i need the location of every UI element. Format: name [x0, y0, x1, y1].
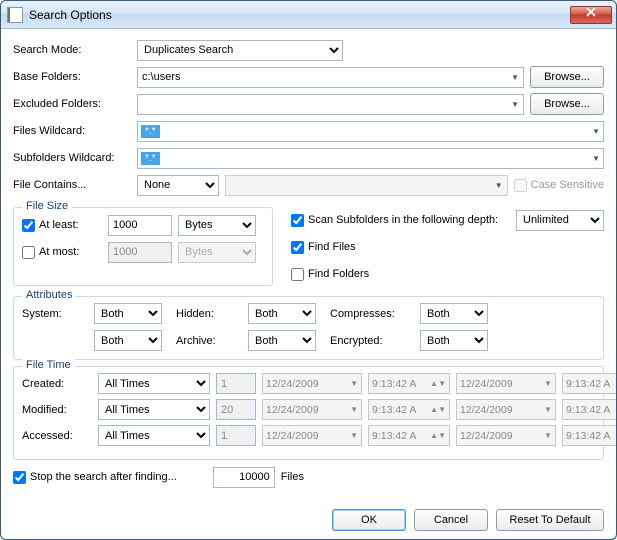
attr-hidden-select[interactable]: Both — [248, 303, 316, 324]
accessed-date2: 12/24/2009▼ — [456, 425, 556, 446]
reset-default-button[interactable]: Reset To Default — [496, 509, 604, 531]
titlebar: Search Options — [1, 1, 616, 29]
wildcard-tag: *.* — [141, 152, 160, 165]
chevron-down-icon: ▼ — [350, 405, 358, 414]
modified-time2: 9:13:42 A▲▼ — [562, 399, 617, 420]
scan-options: Scan Subfolders in the following depth: … — [291, 201, 604, 290]
chevron-down-icon: ▼ — [592, 154, 600, 163]
attr-compresses-select[interactable]: Both — [420, 303, 488, 324]
close-button[interactable] — [570, 6, 612, 24]
file-contains-mode-select[interactable]: None — [137, 175, 219, 196]
attr-encrypted-label: Encrypted: — [330, 335, 410, 347]
created-time2: 9:13:42 A▲▼ — [562, 373, 617, 394]
created-date1: 12/24/2009▼ — [262, 373, 362, 394]
spinner-icon: ▲▼ — [430, 433, 446, 438]
file-size-legend: File Size — [22, 200, 72, 212]
chevron-down-icon: ▼ — [511, 73, 519, 82]
at-most-unit-select: Bytes — [178, 242, 256, 263]
chevron-down-icon: ▼ — [592, 127, 600, 136]
file-contains-text-input: ▼ — [225, 175, 508, 196]
spinner-icon: ▲▼ — [430, 407, 446, 412]
wildcard-tag: *.* — [141, 125, 160, 138]
accessed-label: Accessed: — [22, 430, 92, 442]
created-label: Created: — [22, 378, 92, 390]
accessed-time1: 9:13:42 A▲▼ — [368, 425, 450, 446]
scan-depth-select[interactable]: Unlimited — [516, 210, 604, 231]
window-title: Search Options — [29, 8, 570, 22]
files-wildcard-label: Files Wildcard: — [13, 125, 137, 137]
created-date2: 12/24/2009▼ — [456, 373, 556, 394]
base-folders-input[interactable]: c:\users▼ — [137, 67, 524, 88]
chevron-down-icon: ▼ — [511, 100, 519, 109]
scan-subfolders-checkbox[interactable]: Scan Subfolders in the following depth: — [291, 214, 498, 227]
at-least-unit-select[interactable]: Bytes — [178, 215, 256, 236]
attr-compresses-label: Compresses: — [330, 308, 410, 320]
attr-encrypted-select[interactable]: Both — [420, 330, 488, 351]
created-time1: 9:13:42 A▲▼ — [368, 373, 450, 394]
chevron-down-icon: ▼ — [350, 379, 358, 388]
chevron-down-icon: ▼ — [544, 405, 552, 414]
created-n-input — [216, 373, 256, 394]
attr-hidden-label: Hidden: — [176, 308, 238, 320]
case-sensitive-checkbox: Case Sensitive — [514, 179, 604, 192]
search-mode-label: Search Mode: — [13, 44, 137, 56]
file-time-group: File Time Created: All Times 12/24/2009▼… — [13, 366, 604, 460]
find-files-checkbox[interactable]: Find Files — [291, 241, 356, 254]
at-least-value-input[interactable] — [108, 215, 172, 236]
modified-label: Modified: — [22, 404, 92, 416]
attr-unnamed-select[interactable]: Both — [94, 330, 162, 351]
chevron-down-icon: ▼ — [495, 181, 503, 190]
ok-button[interactable]: OK — [332, 509, 406, 531]
modified-time1: 9:13:42 A▲▼ — [368, 399, 450, 420]
created-mode-select[interactable]: All Times — [98, 373, 210, 394]
attributes-group: Attributes System: Both Hidden: Both Com… — [13, 296, 604, 360]
dialog-content: Search Mode: Duplicates Search Base Fold… — [1, 29, 616, 501]
file-contains-label: File Contains... — [13, 179, 137, 191]
attr-system-select[interactable]: Both — [94, 303, 162, 324]
files-suffix-label: Files — [281, 471, 304, 483]
dialog-footer: OK Cancel Reset To Default — [1, 501, 616, 539]
subfolders-wildcard-input[interactable]: *.* ▼ — [137, 148, 604, 169]
modified-date1: 12/24/2009▼ — [262, 399, 362, 420]
accessed-mode-select[interactable]: All Times — [98, 425, 210, 446]
chevron-down-icon: ▼ — [544, 379, 552, 388]
excluded-folders-input[interactable]: ▼ — [137, 94, 524, 115]
browse-excluded-button[interactable]: Browse... — [530, 93, 604, 115]
accessed-n-input — [216, 425, 256, 446]
spinner-icon: ▲▼ — [430, 381, 446, 386]
excluded-folders-label: Excluded Folders: — [13, 98, 137, 110]
close-icon — [586, 7, 596, 17]
app-icon — [7, 7, 23, 23]
at-most-value-input — [108, 242, 172, 263]
cancel-button[interactable]: Cancel — [414, 509, 488, 531]
chevron-down-icon: ▼ — [544, 431, 552, 440]
at-least-checkbox[interactable]: At least: — [22, 219, 102, 232]
at-most-checkbox[interactable]: At most: — [22, 246, 102, 259]
attr-system-label: System: — [22, 308, 84, 320]
attr-archive-label: Archive: — [176, 335, 238, 347]
find-folders-checkbox[interactable]: Find Folders — [291, 268, 369, 281]
stop-after-checkbox[interactable]: Stop the search after finding... — [13, 471, 177, 484]
subfolders-wildcard-label: Subfolders Wildcard: — [13, 152, 137, 164]
browse-base-button[interactable]: Browse... — [530, 66, 604, 88]
modified-n-input — [216, 399, 256, 420]
accessed-date1: 12/24/2009▼ — [262, 425, 362, 446]
modified-mode-select[interactable]: All Times — [98, 399, 210, 420]
chevron-down-icon: ▼ — [350, 431, 358, 440]
stop-after-value-input[interactable] — [213, 467, 275, 488]
files-wildcard-input[interactable]: *.* ▼ — [137, 121, 604, 142]
attr-archive-select[interactable]: Both — [248, 330, 316, 351]
dialog-window: Search Options Search Mode: Duplicates S… — [0, 0, 617, 540]
base-folders-label: Base Folders: — [13, 71, 137, 83]
file-time-legend: File Time — [22, 359, 75, 371]
modified-date2: 12/24/2009▼ — [456, 399, 556, 420]
search-mode-select[interactable]: Duplicates Search — [137, 40, 343, 61]
file-size-group: File Size At least: Bytes At most: By — [13, 207, 273, 286]
accessed-time2: 9:13:42 A▲▼ — [562, 425, 617, 446]
attributes-legend: Attributes — [22, 289, 76, 301]
